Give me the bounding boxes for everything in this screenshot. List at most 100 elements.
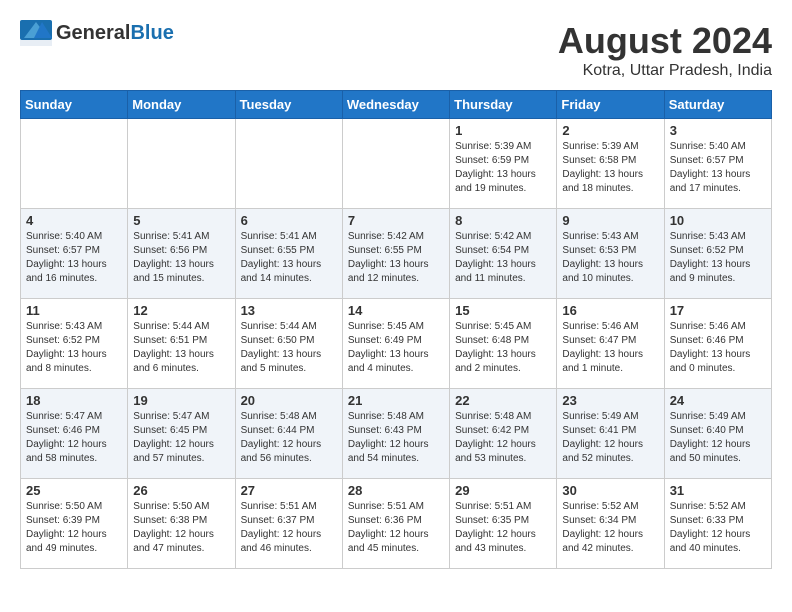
- day-info: Sunrise: 5:51 AM Sunset: 6:36 PM Dayligh…: [348, 500, 444, 556]
- day-info: Sunrise: 5:43 AM Sunset: 6:52 PM Dayligh…: [670, 230, 766, 286]
- calendar-cell: 21Sunrise: 5:48 AM Sunset: 6:43 PM Dayli…: [342, 389, 449, 479]
- calendar-cell: 22Sunrise: 5:48 AM Sunset: 6:42 PM Dayli…: [450, 389, 557, 479]
- calendar-cell: 26 Sunrise: 5:50 AM Sunset: 6:38 PM Dayli…: [128, 479, 235, 569]
- day-info: Sunrise: 5:48 AM Sunset: 6:44 PM Dayligh…: [241, 410, 337, 466]
- calendar-cell: 19 Sunrise: 5:47 AM Sunset: 6:45 PM Dayli…: [128, 389, 235, 479]
- calendar-cell: 5 Sunrise: 5:41 AM Sunset: 6:56 PM Daylig…: [128, 209, 235, 299]
- calendar-cell: 20 Sunrise: 5:48 AM Sunset: 6:44 PM Dayli…: [235, 389, 342, 479]
- day-number: 9: [562, 213, 658, 228]
- day-info: Sunrise: 5:51 AM Sunset: 6:35 PM Dayligh…: [455, 500, 551, 556]
- column-header-sunday: Sunday: [21, 91, 128, 119]
- day-number: 27: [241, 483, 337, 498]
- day-info: Sunrise: 5:41 AM Sunset: 6:56 PM Dayligh…: [133, 230, 229, 286]
- calendar-cell: 23Sunrise: 5:49 AM Sunset: 6:41 PM Dayli…: [557, 389, 664, 479]
- column-header-friday: Friday: [557, 91, 664, 119]
- calendar-cell: 7 Sunrise: 5:42 AM Sunset: 6:55 PM Daylig…: [342, 209, 449, 299]
- calendar-cell: 27 Sunrise: 5:51 AM Sunset: 6:37 PM Dayli…: [235, 479, 342, 569]
- day-info: Sunrise: 5:49 AM Sunset: 6:40 PM Dayligh…: [670, 410, 766, 466]
- day-number: 19: [133, 393, 229, 408]
- calendar-cell: 31Sunrise: 5:52 AM Sunset: 6:33 PM Dayli…: [664, 479, 771, 569]
- day-info: Sunrise: 5:52 AM Sunset: 6:33 PM Dayligh…: [670, 500, 766, 556]
- column-header-saturday: Saturday: [664, 91, 771, 119]
- calendar-cell: 13 Sunrise: 5:44 AM Sunset: 6:50 PM Dayli…: [235, 299, 342, 389]
- day-number: 2: [562, 123, 658, 138]
- title-section: August 2024 Kotra, Uttar Pradesh, India: [558, 20, 772, 80]
- day-info: Sunrise: 5:50 AM Sunset: 6:38 PM Dayligh…: [133, 500, 229, 556]
- day-info: Sunrise: 5:44 AM Sunset: 6:50 PM Dayligh…: [241, 320, 337, 376]
- day-info: Sunrise: 5:49 AM Sunset: 6:41 PM Dayligh…: [562, 410, 658, 466]
- calendar-cell: 9 Sunrise: 5:43 AM Sunset: 6:53 PM Daylig…: [557, 209, 664, 299]
- page-header: GeneralBlue August 2024 Kotra, Uttar Pra…: [20, 20, 772, 80]
- calendar-cell: [235, 119, 342, 209]
- calendar-cell: 28 Sunrise: 5:51 AM Sunset: 6:36 PM Dayli…: [342, 479, 449, 569]
- day-info: Sunrise: 5:40 AM Sunset: 6:57 PM Dayligh…: [670, 140, 766, 196]
- day-number: 1: [455, 123, 551, 138]
- logo-blue: Blue: [130, 22, 173, 44]
- day-info: Sunrise: 5:43 AM Sunset: 6:52 PM Dayligh…: [26, 320, 122, 376]
- day-info: Sunrise: 5:43 AM Sunset: 6:53 PM Dayligh…: [562, 230, 658, 286]
- day-number: 14: [348, 303, 444, 318]
- day-info: Sunrise: 5:42 AM Sunset: 6:55 PM Dayligh…: [348, 230, 444, 286]
- day-number: 20: [241, 393, 337, 408]
- calendar-cell: 16Sunrise: 5:46 AM Sunset: 6:47 PM Dayli…: [557, 299, 664, 389]
- calendar-cell: 8Sunrise: 5:42 AM Sunset: 6:54 PM Daylig…: [450, 209, 557, 299]
- day-info: Sunrise: 5:46 AM Sunset: 6:46 PM Dayligh…: [670, 320, 766, 376]
- calendar-header-row: SundayMondayTuesdayWednesdayThursdayFrid…: [21, 91, 772, 119]
- column-header-tuesday: Tuesday: [235, 91, 342, 119]
- day-info: Sunrise: 5:51 AM Sunset: 6:37 PM Dayligh…: [241, 500, 337, 556]
- day-number: 15: [455, 303, 551, 318]
- calendar-cell: 2 Sunrise: 5:39 AM Sunset: 6:58 PM Daylig…: [557, 119, 664, 209]
- day-info: Sunrise: 5:39 AM Sunset: 6:59 PM Dayligh…: [455, 140, 551, 196]
- day-number: 6: [241, 213, 337, 228]
- day-info: Sunrise: 5:39 AM Sunset: 6:58 PM Dayligh…: [562, 140, 658, 196]
- day-number: 7: [348, 213, 444, 228]
- calendar-cell: 10 Sunrise: 5:43 AM Sunset: 6:52 PM Dayli…: [664, 209, 771, 299]
- day-number: 16: [562, 303, 658, 318]
- day-number: 8: [455, 213, 551, 228]
- day-number: 29: [455, 483, 551, 498]
- location-subtitle: Kotra, Uttar Pradesh, India: [558, 62, 772, 80]
- day-number: 12: [133, 303, 229, 318]
- day-info: Sunrise: 5:41 AM Sunset: 6:55 PM Dayligh…: [241, 230, 337, 286]
- day-number: 4: [26, 213, 122, 228]
- day-number: 11: [26, 303, 122, 318]
- day-number: 24: [670, 393, 766, 408]
- calendar-cell: 14 Sunrise: 5:45 AM Sunset: 6:49 PM Dayli…: [342, 299, 449, 389]
- calendar-cell: 30 Sunrise: 5:52 AM Sunset: 6:34 PM Dayli…: [557, 479, 664, 569]
- calendar-cell: 4 Sunrise: 5:40 AM Sunset: 6:57 PM Daylig…: [21, 209, 128, 299]
- week-row-5: 25Sunrise: 5:50 AM Sunset: 6:39 PM Dayli…: [21, 479, 772, 569]
- day-number: 13: [241, 303, 337, 318]
- day-info: Sunrise: 5:52 AM Sunset: 6:34 PM Dayligh…: [562, 500, 658, 556]
- week-row-2: 4 Sunrise: 5:40 AM Sunset: 6:57 PM Daylig…: [21, 209, 772, 299]
- calendar-cell: 17 Sunrise: 5:46 AM Sunset: 6:46 PM Dayli…: [664, 299, 771, 389]
- day-number: 3: [670, 123, 766, 138]
- day-number: 17: [670, 303, 766, 318]
- calendar-table: SundayMondayTuesdayWednesdayThursdayFrid…: [20, 90, 772, 569]
- day-number: 26: [133, 483, 229, 498]
- day-info: Sunrise: 5:45 AM Sunset: 6:48 PM Dayligh…: [455, 320, 551, 376]
- calendar-cell: 24 Sunrise: 5:49 AM Sunset: 6:40 PM Dayli…: [664, 389, 771, 479]
- calendar-cell: 25Sunrise: 5:50 AM Sunset: 6:39 PM Dayli…: [21, 479, 128, 569]
- day-info: Sunrise: 5:47 AM Sunset: 6:46 PM Dayligh…: [26, 410, 122, 466]
- month-year-title: August 2024: [558, 20, 772, 62]
- day-info: Sunrise: 5:45 AM Sunset: 6:49 PM Dayligh…: [348, 320, 444, 376]
- calendar-cell: 29 Sunrise: 5:51 AM Sunset: 6:35 PM Dayli…: [450, 479, 557, 569]
- day-info: Sunrise: 5:40 AM Sunset: 6:57 PM Dayligh…: [26, 230, 122, 286]
- column-header-monday: Monday: [128, 91, 235, 119]
- calendar-cell: [21, 119, 128, 209]
- day-number: 30: [562, 483, 658, 498]
- day-number: 5: [133, 213, 229, 228]
- calendar-cell: 15 Sunrise: 5:45 AM Sunset: 6:48 PM Dayli…: [450, 299, 557, 389]
- day-info: Sunrise: 5:47 AM Sunset: 6:45 PM Dayligh…: [133, 410, 229, 466]
- day-info: Sunrise: 5:48 AM Sunset: 6:43 PM Dayligh…: [348, 410, 444, 466]
- week-row-4: 18 Sunrise: 5:47 AM Sunset: 6:46 PM Dayli…: [21, 389, 772, 479]
- column-header-wednesday: Wednesday: [342, 91, 449, 119]
- calendar-cell: 11 Sunrise: 5:43 AM Sunset: 6:52 PM Dayli…: [21, 299, 128, 389]
- day-number: 18: [26, 393, 122, 408]
- logo-general: General: [56, 22, 130, 44]
- day-number: 28: [348, 483, 444, 498]
- calendar-cell: 12Sunrise: 5:44 AM Sunset: 6:51 PM Dayli…: [128, 299, 235, 389]
- day-number: 10: [670, 213, 766, 228]
- calendar-cell: 18 Sunrise: 5:47 AM Sunset: 6:46 PM Dayli…: [21, 389, 128, 479]
- day-number: 22: [455, 393, 551, 408]
